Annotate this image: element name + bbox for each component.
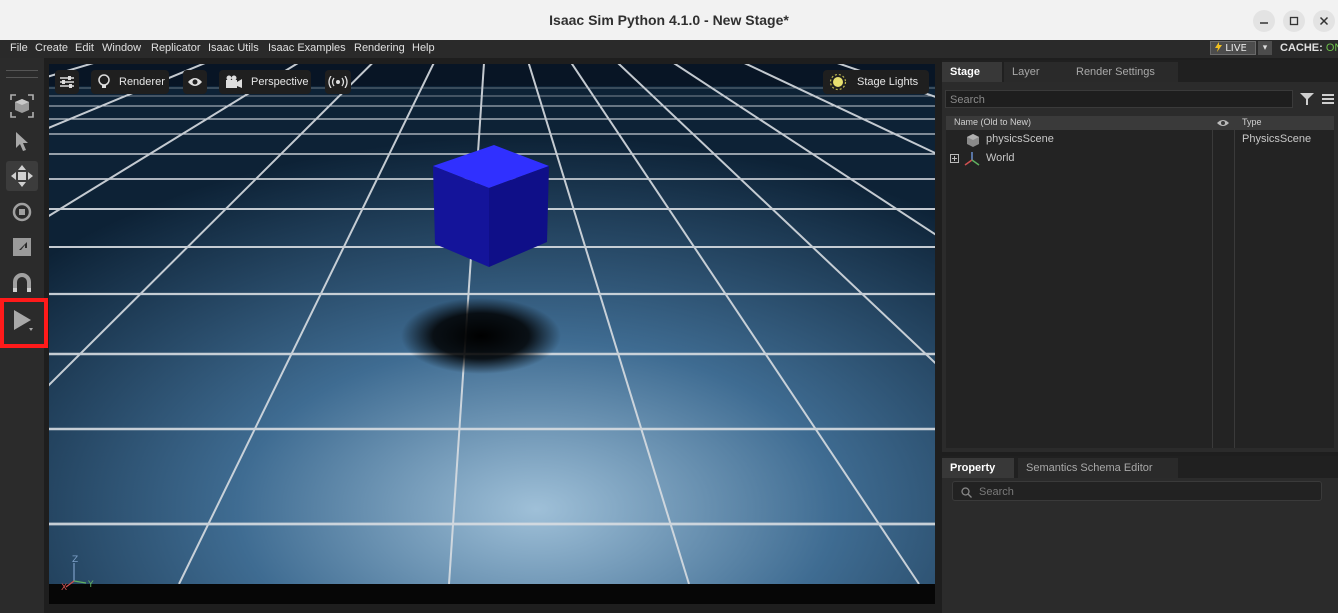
maximize-button[interactable]	[1283, 10, 1305, 32]
visibility-eye-icon[interactable]	[1216, 118, 1230, 128]
physics-cube-icon	[967, 134, 979, 147]
select-tool-button[interactable]	[6, 126, 38, 156]
minimize-button[interactable]	[1253, 10, 1275, 32]
move-arrows-icon	[11, 165, 33, 187]
maximize-icon	[1289, 16, 1299, 26]
rotate-icon	[12, 202, 32, 222]
tab-property[interactable]: Property	[942, 458, 1014, 478]
sliders-icon	[60, 76, 74, 88]
xform-axis-icon	[964, 152, 980, 166]
viewport-scene[interactable]	[49, 64, 935, 604]
visibility-button[interactable]	[183, 70, 207, 94]
menu-rendering[interactable]: Rendering	[354, 42, 405, 54]
menu-isaac-utils[interactable]: Isaac Utils	[208, 42, 259, 54]
stage-tree: physicsScene PhysicsScene World	[946, 130, 1334, 448]
expand-plus-icon[interactable]	[950, 154, 959, 163]
scale-tool-button[interactable]	[6, 232, 38, 262]
renderer-label: Renderer	[119, 76, 165, 88]
camera-button[interactable]: Perspective	[219, 70, 311, 94]
tab-stage[interactable]: Stage	[942, 62, 1002, 82]
scale-icon	[13, 238, 31, 256]
close-button[interactable]	[1313, 10, 1335, 32]
move-tool-button[interactable]	[6, 161, 38, 191]
stage-lights-label: Stage Lights	[857, 76, 919, 88]
stage-column-header: Name (Old to New) Type	[946, 116, 1334, 130]
menu-edit[interactable]: Edit	[75, 42, 94, 54]
tab-layer[interactable]: Layer	[1004, 62, 1068, 82]
sun-icon	[829, 73, 847, 91]
cache-status: CACHE: ON	[1280, 42, 1338, 54]
live-label: LIVE	[1225, 43, 1247, 54]
camera-icon	[226, 75, 242, 88]
cube-select-icon	[10, 94, 34, 118]
camera-label: Perspective	[251, 76, 309, 88]
cache-label: CACHE:	[1280, 42, 1323, 54]
menu-icon[interactable]	[1322, 93, 1334, 105]
lightning-icon	[1215, 42, 1222, 52]
column-name-header[interactable]: Name (Old to New)	[954, 117, 1031, 127]
cursor-arrow-icon	[16, 132, 28, 151]
menu-help[interactable]: Help	[412, 42, 435, 54]
axis-gizmo: Z X Y	[61, 555, 94, 591]
viewport-settings-button[interactable]	[55, 70, 79, 94]
viewport-bottom-bar	[49, 584, 935, 604]
cache-value: ON	[1325, 42, 1338, 54]
stage-search-input[interactable]: Search	[945, 90, 1293, 108]
menu-create[interactable]: Create	[35, 42, 68, 54]
close-icon	[1319, 16, 1329, 26]
menu-file[interactable]: File	[10, 42, 28, 54]
live-dropdown-button[interactable]: ▾	[1258, 41, 1272, 55]
window-title: Isaac Sim Python 4.1.0 - New Stage*	[549, 12, 789, 28]
renderer-button[interactable]: Renderer	[91, 70, 169, 94]
toolbar-grip[interactable]	[6, 70, 38, 78]
broadcast-button[interactable]	[325, 70, 351, 94]
property-search-input[interactable]: Search	[952, 481, 1322, 501]
menu-isaac-examples[interactable]: Isaac Examples	[268, 42, 346, 54]
menu-replicator[interactable]: Replicator	[151, 42, 201, 54]
stage-tabs: Stage Layer Render Settings	[942, 60, 1338, 82]
stage-panel: Stage Layer Render Settings Search Name …	[942, 60, 1338, 452]
property-panel: Property Semantics Schema Editor Search	[942, 456, 1338, 613]
cube-shadow	[401, 298, 561, 374]
snap-button[interactable]	[6, 268, 38, 298]
column-type-header[interactable]: Type	[1242, 117, 1262, 127]
property-search-placeholder: Search	[979, 486, 1014, 498]
eye-icon	[188, 78, 202, 86]
property-tabs: Property Semantics Schema Editor	[942, 456, 1338, 478]
broadcast-icon	[328, 76, 348, 88]
select-mode-button[interactable]	[6, 91, 38, 121]
stage-lights-button[interactable]: Stage Lights	[823, 70, 929, 94]
tab-render-settings[interactable]: Render Settings	[1068, 62, 1178, 82]
axis-z-label: Z	[72, 555, 78, 565]
minimize-icon	[1260, 22, 1268, 24]
tree-item-label: World	[986, 152, 1015, 164]
magnet-icon	[13, 273, 31, 292]
menu-window[interactable]: Window	[102, 42, 141, 54]
tree-item-label: physicsScene	[986, 133, 1054, 145]
filter-icon[interactable]	[1300, 93, 1314, 105]
chevron-down-icon: ▾	[1262, 43, 1268, 53]
axis-x-label: X	[61, 583, 67, 591]
tree-item-type: PhysicsScene	[1242, 133, 1312, 145]
live-button[interactable]: LIVE	[1210, 41, 1256, 55]
menu-bar: File Create Edit Window Replicator Isaac…	[0, 40, 1338, 58]
tree-row-world[interactable]: World	[946, 150, 1334, 168]
search-icon	[961, 487, 972, 498]
window-titlebar: Isaac Sim Python 4.1.0 - New Stage*	[0, 0, 1338, 41]
tree-row-physicsscene[interactable]: physicsScene PhysicsScene	[946, 131, 1334, 149]
viewport[interactable]: Renderer Perspective Stage Lights	[49, 64, 935, 604]
lightbulb-icon	[98, 74, 110, 88]
tab-semantics-schema-editor[interactable]: Semantics Schema Editor	[1018, 458, 1178, 478]
rotate-tool-button[interactable]	[6, 197, 38, 227]
play-button-highlight	[0, 298, 48, 348]
axis-y-label: Y	[87, 580, 94, 590]
